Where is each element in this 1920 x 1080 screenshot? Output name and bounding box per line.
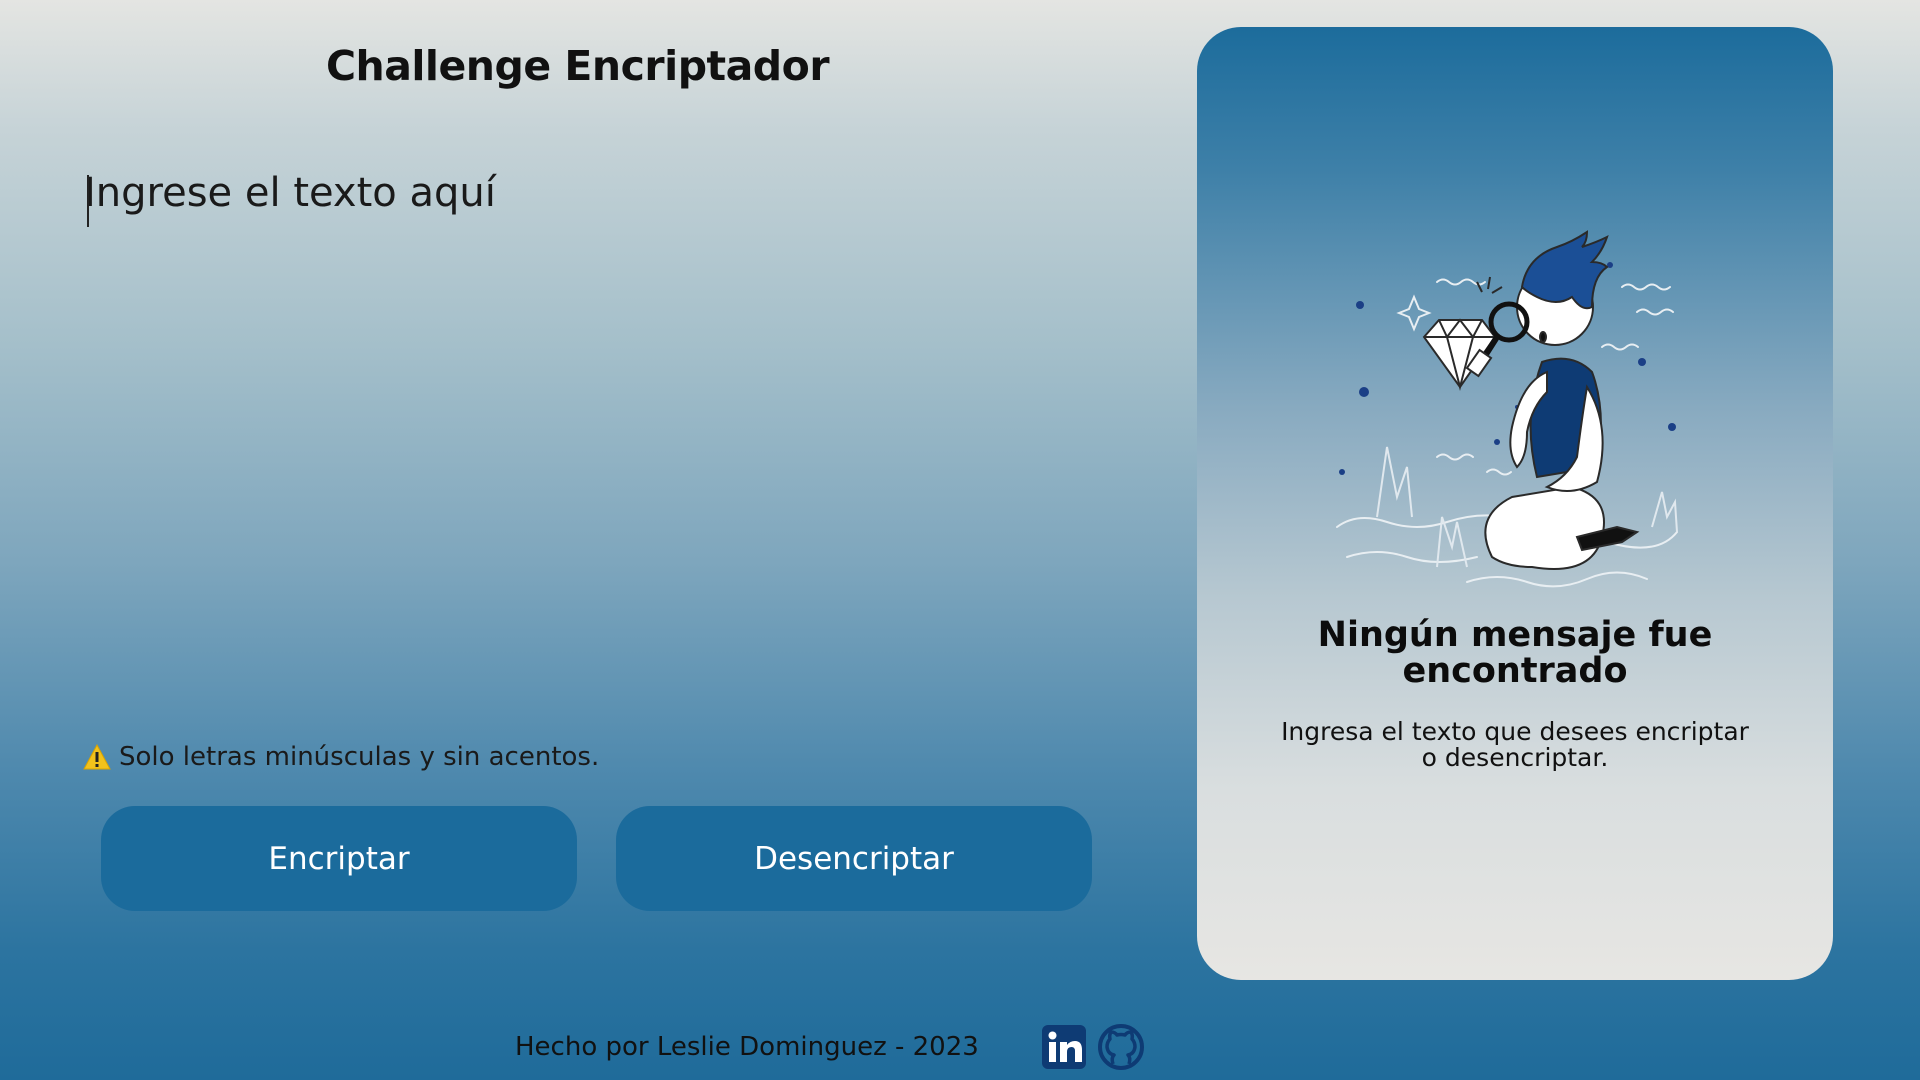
github-link[interactable] bbox=[1098, 1024, 1144, 1070]
warning-note: Solo letras minúsculas y sin acentos. bbox=[83, 742, 599, 772]
linkedin-link[interactable] bbox=[1041, 1024, 1087, 1070]
text-input[interactable] bbox=[84, 170, 1084, 690]
footer-credit: Hecho por Leslie Dominguez - 2023 bbox=[515, 1032, 979, 1062]
encrypt-button-label: Encriptar bbox=[268, 840, 410, 877]
person-with-magnifying-glass-illustration bbox=[1336, 230, 1678, 588]
empty-message-title: Ningún mensaje fue encontrado bbox=[1197, 617, 1833, 689]
github-icon bbox=[1098, 1024, 1144, 1070]
warning-icon bbox=[83, 744, 111, 770]
empty-message-description: Ingresa el texto que desees encriptar o … bbox=[1197, 719, 1833, 771]
page-title: Challenge Encriptador bbox=[325, 42, 830, 90]
encrypt-button[interactable]: Encriptar bbox=[101, 806, 577, 911]
text-caret bbox=[87, 175, 89, 227]
empty-title-line-2: encontrado bbox=[1402, 651, 1628, 691]
empty-desc-line-2: o desencriptar. bbox=[1421, 743, 1609, 772]
empty-title-line-1: Ningún mensaje fue bbox=[1317, 615, 1713, 655]
decrypt-button-label: Desencriptar bbox=[754, 840, 954, 877]
warning-text: Solo letras minúsculas y sin acentos. bbox=[119, 742, 600, 772]
output-panel: Ningún mensaje fue encontrado Ingresa el… bbox=[1197, 27, 1833, 980]
empty-desc-line-1: Ingresa el texto que desees encriptar bbox=[1281, 717, 1749, 746]
linkedin-icon bbox=[1042, 1025, 1086, 1069]
decrypt-button[interactable]: Desencriptar bbox=[616, 806, 1092, 911]
